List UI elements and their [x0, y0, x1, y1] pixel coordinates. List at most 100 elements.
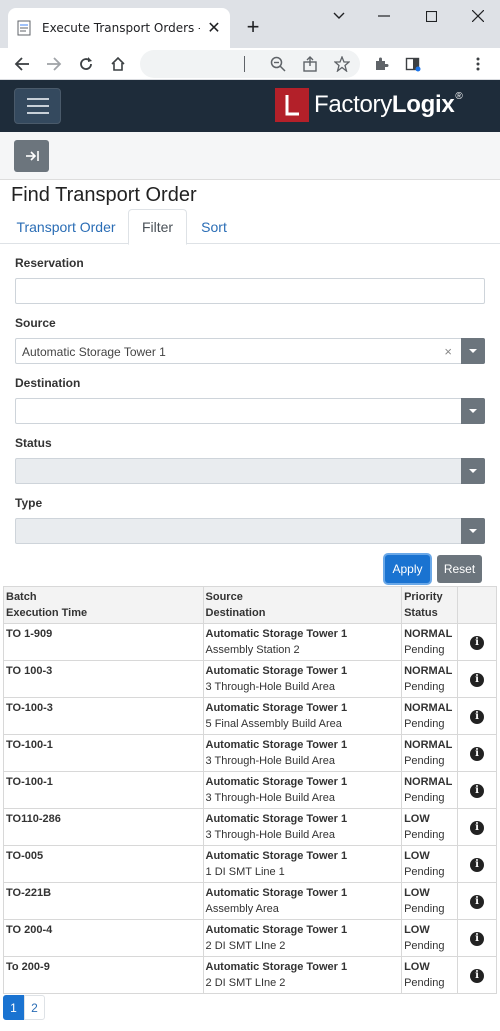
share-icon[interactable]	[298, 52, 322, 76]
browser-tab[interactable]: Execute Transport Orders - Fa ✕	[8, 8, 230, 48]
info-icon[interactable]: i	[470, 747, 485, 761]
destination-dropdown-button[interactable]	[461, 398, 485, 424]
info-icon[interactable]: i	[470, 710, 485, 724]
source-value: Automatic Storage Tower 1	[205, 702, 348, 714]
table-row[interactable]: TO-100-1 Automatic Storage Tower 1 3 Throu…	[3, 771, 497, 809]
type-select[interactable]	[15, 518, 485, 544]
info-icon[interactable]: i	[470, 969, 485, 983]
type-dropdown-button[interactable]	[461, 518, 485, 544]
batch-value: To 200-9	[6, 961, 50, 973]
col-batch-header[interactable]: Batch Execution Time	[3, 586, 204, 624]
destination-value: Assembly Area	[205, 903, 279, 915]
info-icon[interactable]: i	[470, 673, 485, 687]
expand-panel-button[interactable]	[14, 140, 49, 172]
bookmark-star-icon[interactable]	[330, 52, 354, 76]
caret-down-icon	[469, 349, 477, 353]
apply-button[interactable]: Apply	[385, 555, 430, 583]
priority-value: NORMAL	[404, 739, 453, 751]
batch-value: TO-100-3	[6, 702, 53, 714]
table-row[interactable]: TO-100-1 Automatic Storage Tower 1 3 Throu…	[3, 734, 497, 772]
hamburger-menu-icon[interactable]	[14, 88, 61, 124]
source-destination-cell: Automatic Storage Tower 1 3 Through-Hole …	[202, 771, 403, 809]
source-destination-cell: Automatic Storage Tower 1 3 Through-Hole …	[202, 808, 403, 846]
destination-label: Destination	[15, 376, 81, 390]
status-select[interactable]	[15, 458, 485, 484]
status-value: Pending	[404, 681, 445, 693]
destination-value: 5 Final Assembly Build Area	[205, 718, 342, 730]
new-tab-button[interactable]: +	[240, 14, 266, 40]
app-subbar	[0, 132, 500, 180]
reservation-input[interactable]	[15, 278, 485, 304]
batch-value: TO-005	[6, 850, 44, 862]
table-row[interactable]: TO110-286 Automatic Storage Tower 1 3 Thro…	[3, 808, 497, 846]
info-icon[interactable]: i	[470, 636, 485, 650]
destination-value: 1 DI SMT Line 1	[205, 866, 285, 878]
table-row[interactable]: TO 200-4 Automatic Storage Tower 1 2 DI SM…	[3, 919, 497, 957]
tab-transport-order[interactable]: Transport Order	[8, 209, 124, 244]
table-row[interactable]: TO-005 Automatic Storage Tower 1 1 DI SMT …	[3, 845, 497, 883]
source-value: Automatic Storage Tower 1	[205, 924, 348, 936]
info-cell: i	[457, 660, 497, 698]
table-row[interactable]: TO 100-3 Automatic Storage Tower 1 3 Throu…	[3, 660, 497, 698]
window-close-icon[interactable]	[466, 6, 490, 26]
source-value: Automatic Storage Tower 1	[205, 887, 348, 899]
sidepanel-icon[interactable]	[401, 52, 425, 76]
info-icon[interactable]: i	[470, 821, 485, 835]
destination-value: 3 Through-Hole Build Area	[205, 829, 335, 841]
destination-select[interactable]	[15, 398, 485, 424]
filter-form: Reservation Source Automatic Storage Tow…	[0, 256, 500, 544]
info-cell: i	[457, 771, 497, 809]
status-value: Pending	[404, 718, 445, 730]
info-cell: i	[457, 623, 497, 661]
table-row[interactable]: TO-100-3 Automatic Storage Tower 1 5 Final…	[3, 697, 497, 735]
status-value: Pending	[404, 866, 445, 878]
batch-cell: TO 1-909	[3, 623, 204, 661]
tab-filter[interactable]: Filter	[128, 209, 187, 245]
source-select[interactable]: Automatic Storage Tower 1 ×	[15, 338, 485, 364]
forward-arrow-icon[interactable]	[42, 52, 66, 76]
source-destination-cell: Automatic Storage Tower 1 1 DI SMT Line 1	[202, 845, 403, 883]
col-priority-header[interactable]: Priority Status	[401, 586, 459, 624]
tab-close-icon[interactable]: ✕	[206, 20, 222, 37]
source-destination-cell: Automatic Storage Tower 1 3 Through-Hole …	[202, 660, 403, 698]
back-arrow-icon[interactable]	[10, 52, 34, 76]
zoom-out-icon[interactable]	[266, 52, 290, 76]
destination-value: 3 Through-Hole Build Area	[205, 681, 335, 693]
priority-value: NORMAL	[404, 628, 453, 640]
info-icon[interactable]: i	[470, 932, 485, 946]
app-header: FactoryLogix®	[0, 80, 500, 132]
priority-value: LOW	[404, 887, 430, 899]
chevron-down-icon[interactable]	[327, 6, 351, 26]
priority-status-cell: NORMAL Pending	[401, 771, 459, 809]
info-icon[interactable]: i	[470, 858, 485, 872]
source-clear-icon[interactable]: ×	[444, 344, 452, 359]
more-menu-icon[interactable]	[466, 52, 490, 76]
reset-button[interactable]: Reset	[437, 555, 482, 583]
status-value: Pending	[404, 755, 445, 767]
info-cell: i	[457, 697, 497, 735]
info-icon[interactable]: i	[470, 784, 485, 798]
pagination: 1 2	[3, 995, 45, 1020]
page-2-button[interactable]: 2	[24, 995, 45, 1020]
reload-icon[interactable]	[74, 52, 98, 76]
table-row[interactable]: To 200-9 Automatic Storage Tower 1 2 DI SM…	[3, 956, 497, 994]
minimize-icon[interactable]	[372, 6, 396, 26]
maximize-icon[interactable]	[419, 6, 443, 26]
info-icon[interactable]: i	[470, 895, 485, 909]
info-cell: i	[457, 734, 497, 772]
page-1-button[interactable]: 1	[3, 995, 24, 1020]
status-label: Status	[15, 436, 52, 450]
home-icon[interactable]	[106, 52, 130, 76]
table-row[interactable]: TO-221B Automatic Storage Tower 1 Assembly…	[3, 882, 497, 920]
info-cell: i	[457, 882, 497, 920]
priority-value: NORMAL	[404, 702, 453, 714]
col-source-header[interactable]: Source Destination	[202, 586, 403, 624]
source-dropdown-button[interactable]	[461, 338, 485, 364]
extensions-puzzle-icon[interactable]	[369, 52, 393, 76]
priority-status-cell: NORMAL Pending	[401, 697, 459, 735]
table-row[interactable]: TO 1-909 Automatic Storage Tower 1 Assembl…	[3, 623, 497, 661]
priority-value: LOW	[404, 924, 430, 936]
status-dropdown-button[interactable]	[461, 458, 485, 484]
address-bar[interactable]	[140, 50, 360, 78]
tab-sort[interactable]: Sort	[190, 209, 238, 244]
